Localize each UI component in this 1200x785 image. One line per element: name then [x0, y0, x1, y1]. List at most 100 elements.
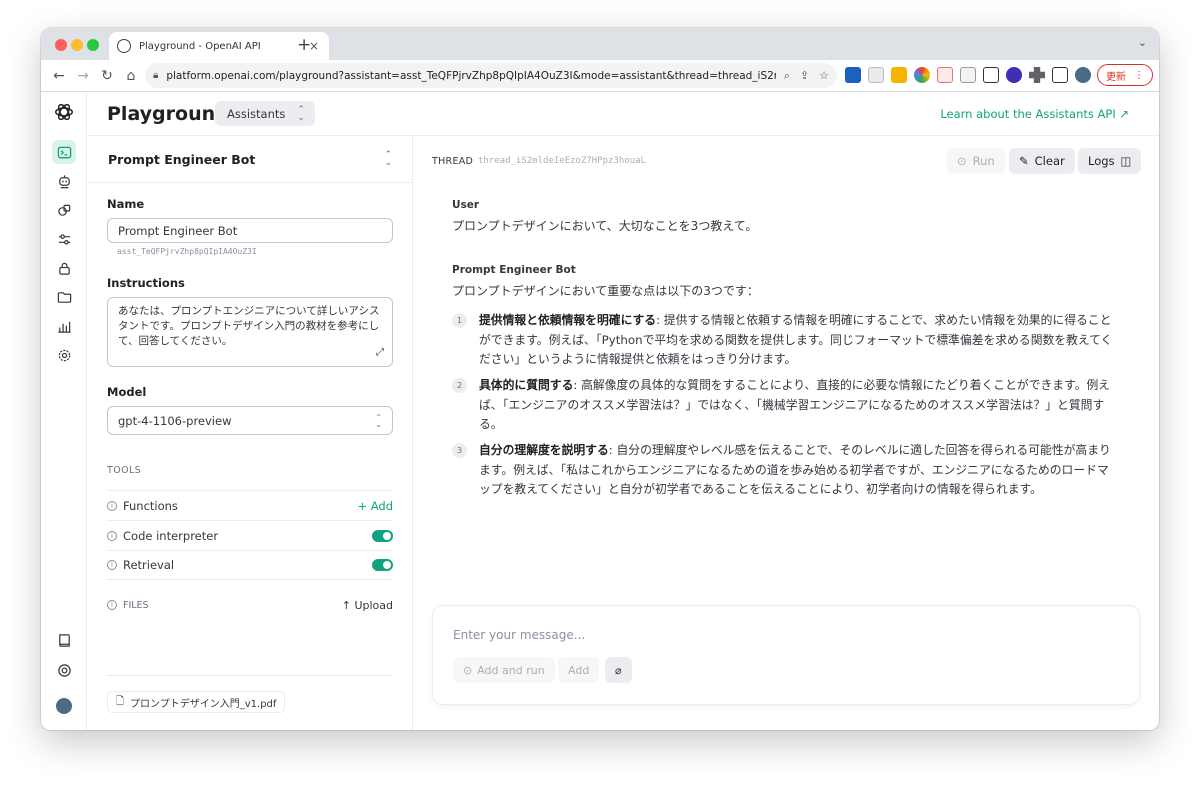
- run-button[interactable]: ⊙ Run: [947, 148, 1005, 174]
- tool-row-code-interpreter: i Code interpreter: [107, 520, 393, 550]
- list-item-body: 自分の理解度を説明する: 自分の理解度やレベル感を伝えることで、そのレベルに適し…: [479, 441, 1116, 500]
- add-button[interactable]: Add: [558, 657, 600, 683]
- logs-button[interactable]: Logs ◫: [1078, 148, 1142, 174]
- left-rail: [41, 92, 87, 730]
- list-number: 3: [452, 443, 467, 458]
- file-chip[interactable]: 🗋 プロンプトデザイン入門_v1.pdf: [107, 691, 286, 713]
- extensions-puzzle-icon[interactable]: [1029, 67, 1045, 83]
- list-item: 1 提供情報と依頼情報を明確にする: 提供する情報と依頼する情報を明確にすること…: [452, 311, 1116, 370]
- close-window-button[interactable]: [55, 39, 67, 51]
- tool-row-functions: i Functions + Add: [107, 490, 393, 520]
- browser-tab[interactable]: Playground - OpenAI API ×: [109, 32, 329, 60]
- message-input[interactable]: Enter your message...: [453, 628, 585, 642]
- instructions-textarea[interactable]: あなたは、プロンプトエンジニアについて詳しいアシスタントです。プロンプトデザイン…: [107, 297, 393, 367]
- side-panel-icon[interactable]: [1052, 67, 1068, 83]
- docs-book-icon[interactable]: [52, 628, 76, 652]
- add-function-button[interactable]: + Add: [357, 499, 393, 513]
- tab-search-chevron-icon[interactable]: ⌄: [1138, 36, 1147, 49]
- mode-select[interactable]: Assistants ⌃ ⌄: [215, 101, 315, 126]
- extension-screen-icon[interactable]: [868, 67, 884, 83]
- zoom-icon[interactable]: ⌕: [784, 69, 790, 83]
- info-icon[interactable]: i: [107, 530, 117, 541]
- instructions-label: Instructions: [107, 276, 185, 290]
- usage-chart-icon[interactable]: [52, 314, 76, 338]
- new-tab-button[interactable]: +: [297, 35, 311, 55]
- assistant-id: asst_TeQFPjrvZhp8pQIpIA4OuZ3I: [117, 247, 257, 256]
- minimize-window-button[interactable]: [71, 39, 83, 51]
- list-number: 1: [452, 313, 467, 328]
- folder-icon[interactable]: [52, 285, 76, 309]
- retrieval-toggle[interactable]: [372, 559, 393, 571]
- share-icon[interactable]: ⇪: [800, 69, 809, 83]
- assistants-robot-icon[interactable]: [52, 169, 76, 193]
- page-header: Playground Assistants ⌃ ⌄ Learn about the…: [87, 92, 1159, 136]
- files-section-label: FILES: [123, 599, 149, 611]
- profile-avatar[interactable]: [1075, 67, 1091, 83]
- add-and-run-button[interactable]: ⊙ Add and run: [453, 657, 555, 683]
- settings-gear-icon[interactable]: [52, 343, 76, 367]
- expand-icon[interactable]: ⤢: [376, 345, 384, 360]
- openai-logo-icon[interactable]: [53, 101, 75, 123]
- add-and-run-label: Add and run: [477, 663, 545, 677]
- url-text[interactable]: platform.openai.com/playground?assistant…: [166, 70, 775, 82]
- user-avatar[interactable]: [56, 698, 72, 714]
- model-label: Model: [107, 385, 147, 399]
- list-item: 3 自分の理解度を説明する: 自分の理解度やレベル感を伝えることで、そのレベルに…: [452, 441, 1116, 500]
- assistant-selector[interactable]: Prompt Engineer Bot ⌃ ⌄: [87, 136, 412, 183]
- reload-icon[interactable]: ↻: [95, 68, 119, 84]
- extension-reader-icon[interactable]: [960, 67, 976, 83]
- tools-section-label: TOOLS: [107, 465, 142, 476]
- arrow-right-icon[interactable]: →: [71, 68, 95, 84]
- name-input[interactable]: Prompt Engineer Bot: [107, 218, 393, 243]
- shapes-icon[interactable]: [52, 198, 76, 222]
- help-lifebuoy-icon[interactable]: [52, 658, 76, 682]
- info-icon[interactable]: i: [107, 560, 117, 570]
- tool-row-retrieval: i Retrieval: [107, 550, 393, 580]
- bookmark-star-icon[interactable]: ☆: [819, 69, 829, 83]
- update-button[interactable]: 更新 ⋮: [1097, 64, 1153, 86]
- playground-terminal-icon[interactable]: [52, 140, 76, 164]
- info-icon[interactable]: i: [107, 500, 117, 511]
- code-interpreter-toggle[interactable]: [372, 529, 393, 542]
- logs-label: Logs: [1088, 154, 1115, 168]
- sliders-icon[interactable]: [52, 227, 76, 251]
- chevron-updown-icon: ⌃ ⌄: [384, 150, 392, 168]
- tool-functions-label: Functions: [123, 498, 178, 513]
- tool-retrieval-label: Retrieval: [123, 558, 175, 572]
- extension-send-icon[interactable]: [983, 67, 999, 83]
- list-item-title: 自分の理解度を説明する: [479, 443, 609, 457]
- assistant-role-label: Prompt Engineer Bot: [452, 264, 576, 276]
- panel-icon: ◫: [1120, 154, 1132, 168]
- assistant-selector-label: Prompt Engineer Bot: [108, 151, 256, 167]
- upload-button[interactable]: ↑ Upload: [342, 599, 393, 612]
- extension-search-icon[interactable]: [937, 67, 953, 83]
- home-icon[interactable]: ⌂: [119, 68, 143, 84]
- extension-color-icon[interactable]: [914, 67, 930, 83]
- mode-select-label: Assistants: [227, 106, 286, 121]
- info-icon[interactable]: i: [107, 600, 117, 610]
- lock-icon[interactable]: [52, 256, 76, 280]
- list-item-body: 具体的に質問する: 高解像度の具体的な質問をすることにより、直接的に必要な情報に…: [479, 376, 1116, 435]
- maximize-window-button[interactable]: [87, 39, 99, 51]
- learn-assistants-link[interactable]: Learn about the Assistants API ↗: [940, 107, 1129, 121]
- extension-hex-icon[interactable]: [1006, 67, 1022, 83]
- files-row: i FILES ↑ Upload: [107, 590, 393, 620]
- broom-icon: ✎: [1019, 154, 1029, 168]
- file-chip-name: プロンプトデザイン入門_v1.pdf: [130, 698, 277, 710]
- user-role-label: User: [452, 199, 480, 211]
- clear-button[interactable]: ✎ Clear: [1009, 148, 1075, 174]
- browser-window: Playground - OpenAI API × + ⌄ ← → ↻ ⌂ 🔒︎…: [41, 28, 1159, 730]
- paperclip-icon[interactable]: ⌀: [605, 657, 632, 683]
- page-title: Playground: [107, 103, 229, 125]
- chevron-updown-icon: ⌃ ⌄: [375, 412, 382, 429]
- extension-amazon-icon[interactable]: [891, 67, 907, 83]
- update-label: 更新: [1106, 71, 1126, 83]
- model-select[interactable]: gpt-4-1106-preview ⌃ ⌄: [107, 406, 393, 435]
- play-icon: ⊙: [463, 663, 473, 677]
- extension-v-icon[interactable]: [845, 67, 861, 83]
- arrow-left-icon[interactable]: ←: [47, 68, 71, 84]
- browser-toolbar: ← → ↻ ⌂ 🔒︎ platform.openai.com/playgroun…: [41, 60, 1159, 92]
- address-bar[interactable]: 🔒︎ platform.openai.com/playground?assist…: [145, 63, 837, 88]
- model-select-value: gpt-4-1106-preview: [118, 413, 232, 428]
- play-icon: ⊙: [957, 154, 967, 168]
